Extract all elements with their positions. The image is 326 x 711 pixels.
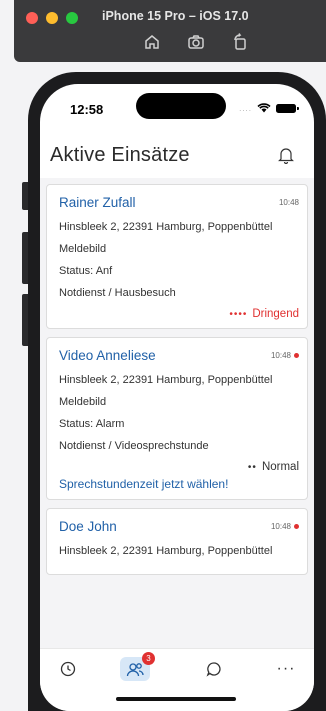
users-icon[interactable]: 3: [120, 652, 155, 681]
card-type: Notdienst / Videosprechstunde: [59, 440, 209, 452]
volume-up-button: [22, 232, 28, 284]
home-icon[interactable]: [142, 32, 162, 52]
card-meldebild: Meldebild: [59, 243, 107, 255]
card-type: Notdienst / Hausbesuch: [59, 287, 176, 299]
priority-dots: ••••: [229, 308, 248, 320]
unread-dot-icon: [294, 353, 299, 358]
home-indicator[interactable]: [116, 697, 236, 701]
signal-icon: ....: [239, 103, 252, 113]
card-status: Status: Anf: [59, 265, 113, 277]
tab-bar: 3 ···: [40, 648, 314, 711]
minimize-window-button[interactable]: [46, 12, 58, 24]
status-bar: 12:58 ....: [40, 84, 314, 128]
zoom-window-button[interactable]: [66, 12, 78, 24]
page-title: Aktive Einsätze: [50, 143, 190, 166]
priority-indicator: •••• Dringend: [59, 308, 299, 320]
card-address: Hinsbleek 2, 22391 Hamburg, Poppenbüttel: [59, 545, 273, 557]
app-header: Aktive Einsätze: [40, 136, 314, 174]
priority-label: Normal: [261, 461, 299, 473]
unread-dot-icon: [294, 524, 299, 529]
card-meldebild: Meldebild: [59, 396, 107, 408]
assignment-card[interactable]: Video Anneliese 10:48 Hinsbleek 2, 22391…: [46, 337, 308, 500]
dynamic-island: [136, 93, 226, 119]
priority-indicator: •• Normal: [59, 461, 299, 473]
battery-icon: [276, 103, 299, 113]
assignment-card[interactable]: Doe John 10:48 Hinsbleek 2, 22391 Hambur…: [46, 508, 308, 575]
phone-screen: 12:58 .... Aktive Einsätze Rainer Zufall: [40, 84, 314, 711]
simulator-title: iPhone 15 Pro – iOS 17.0: [102, 9, 249, 23]
more-icon[interactable]: ···: [272, 657, 300, 681]
patient-name[interactable]: Rainer Zufall: [59, 195, 136, 210]
screenshot-icon[interactable]: [186, 32, 206, 52]
priority-dots: ••: [247, 461, 257, 473]
clock-icon[interactable]: [54, 657, 82, 681]
phone-frame: 12:58 .... Aktive Einsätze Rainer Zufall: [22, 72, 326, 711]
card-time: 10:48: [278, 198, 299, 207]
simulator-titlebar: iPhone 15 Pro – iOS 17.0: [14, 0, 326, 62]
status-icons: ....: [239, 103, 299, 113]
assignment-card[interactable]: Rainer Zufall 10:48 Hinsbleek 2, 22391 H…: [46, 184, 308, 329]
card-address: Hinsbleek 2, 22391 Hamburg, Poppenbüttel: [59, 221, 273, 233]
volume-down-button: [22, 294, 28, 346]
card-status: Status: Alarm: [59, 418, 125, 430]
assignment-list[interactable]: Rainer Zufall 10:48 Hinsbleek 2, 22391 H…: [40, 178, 314, 648]
priority-label: Dringend: [252, 308, 299, 320]
patient-name[interactable]: Video Anneliese: [59, 348, 156, 363]
card-time: 10:48: [271, 351, 299, 360]
bell-icon[interactable]: [278, 146, 294, 164]
rotate-icon[interactable]: [230, 32, 250, 52]
card-time: 10:48: [271, 522, 299, 531]
notification-badge: 3: [142, 652, 155, 665]
simulator-toolbar: [142, 32, 250, 52]
wifi-icon: [257, 103, 271, 113]
chat-icon[interactable]: [200, 657, 228, 681]
close-window-button[interactable]: [26, 12, 38, 24]
card-address: Hinsbleek 2, 22391 Hamburg, Poppenbüttel: [59, 374, 273, 386]
status-time: 12:58: [70, 102, 104, 117]
choose-appointment-link[interactable]: Sprechstundenzeit jetzt wählen!: [59, 477, 299, 491]
action-button: [22, 182, 28, 210]
patient-name[interactable]: Doe John: [59, 519, 117, 534]
